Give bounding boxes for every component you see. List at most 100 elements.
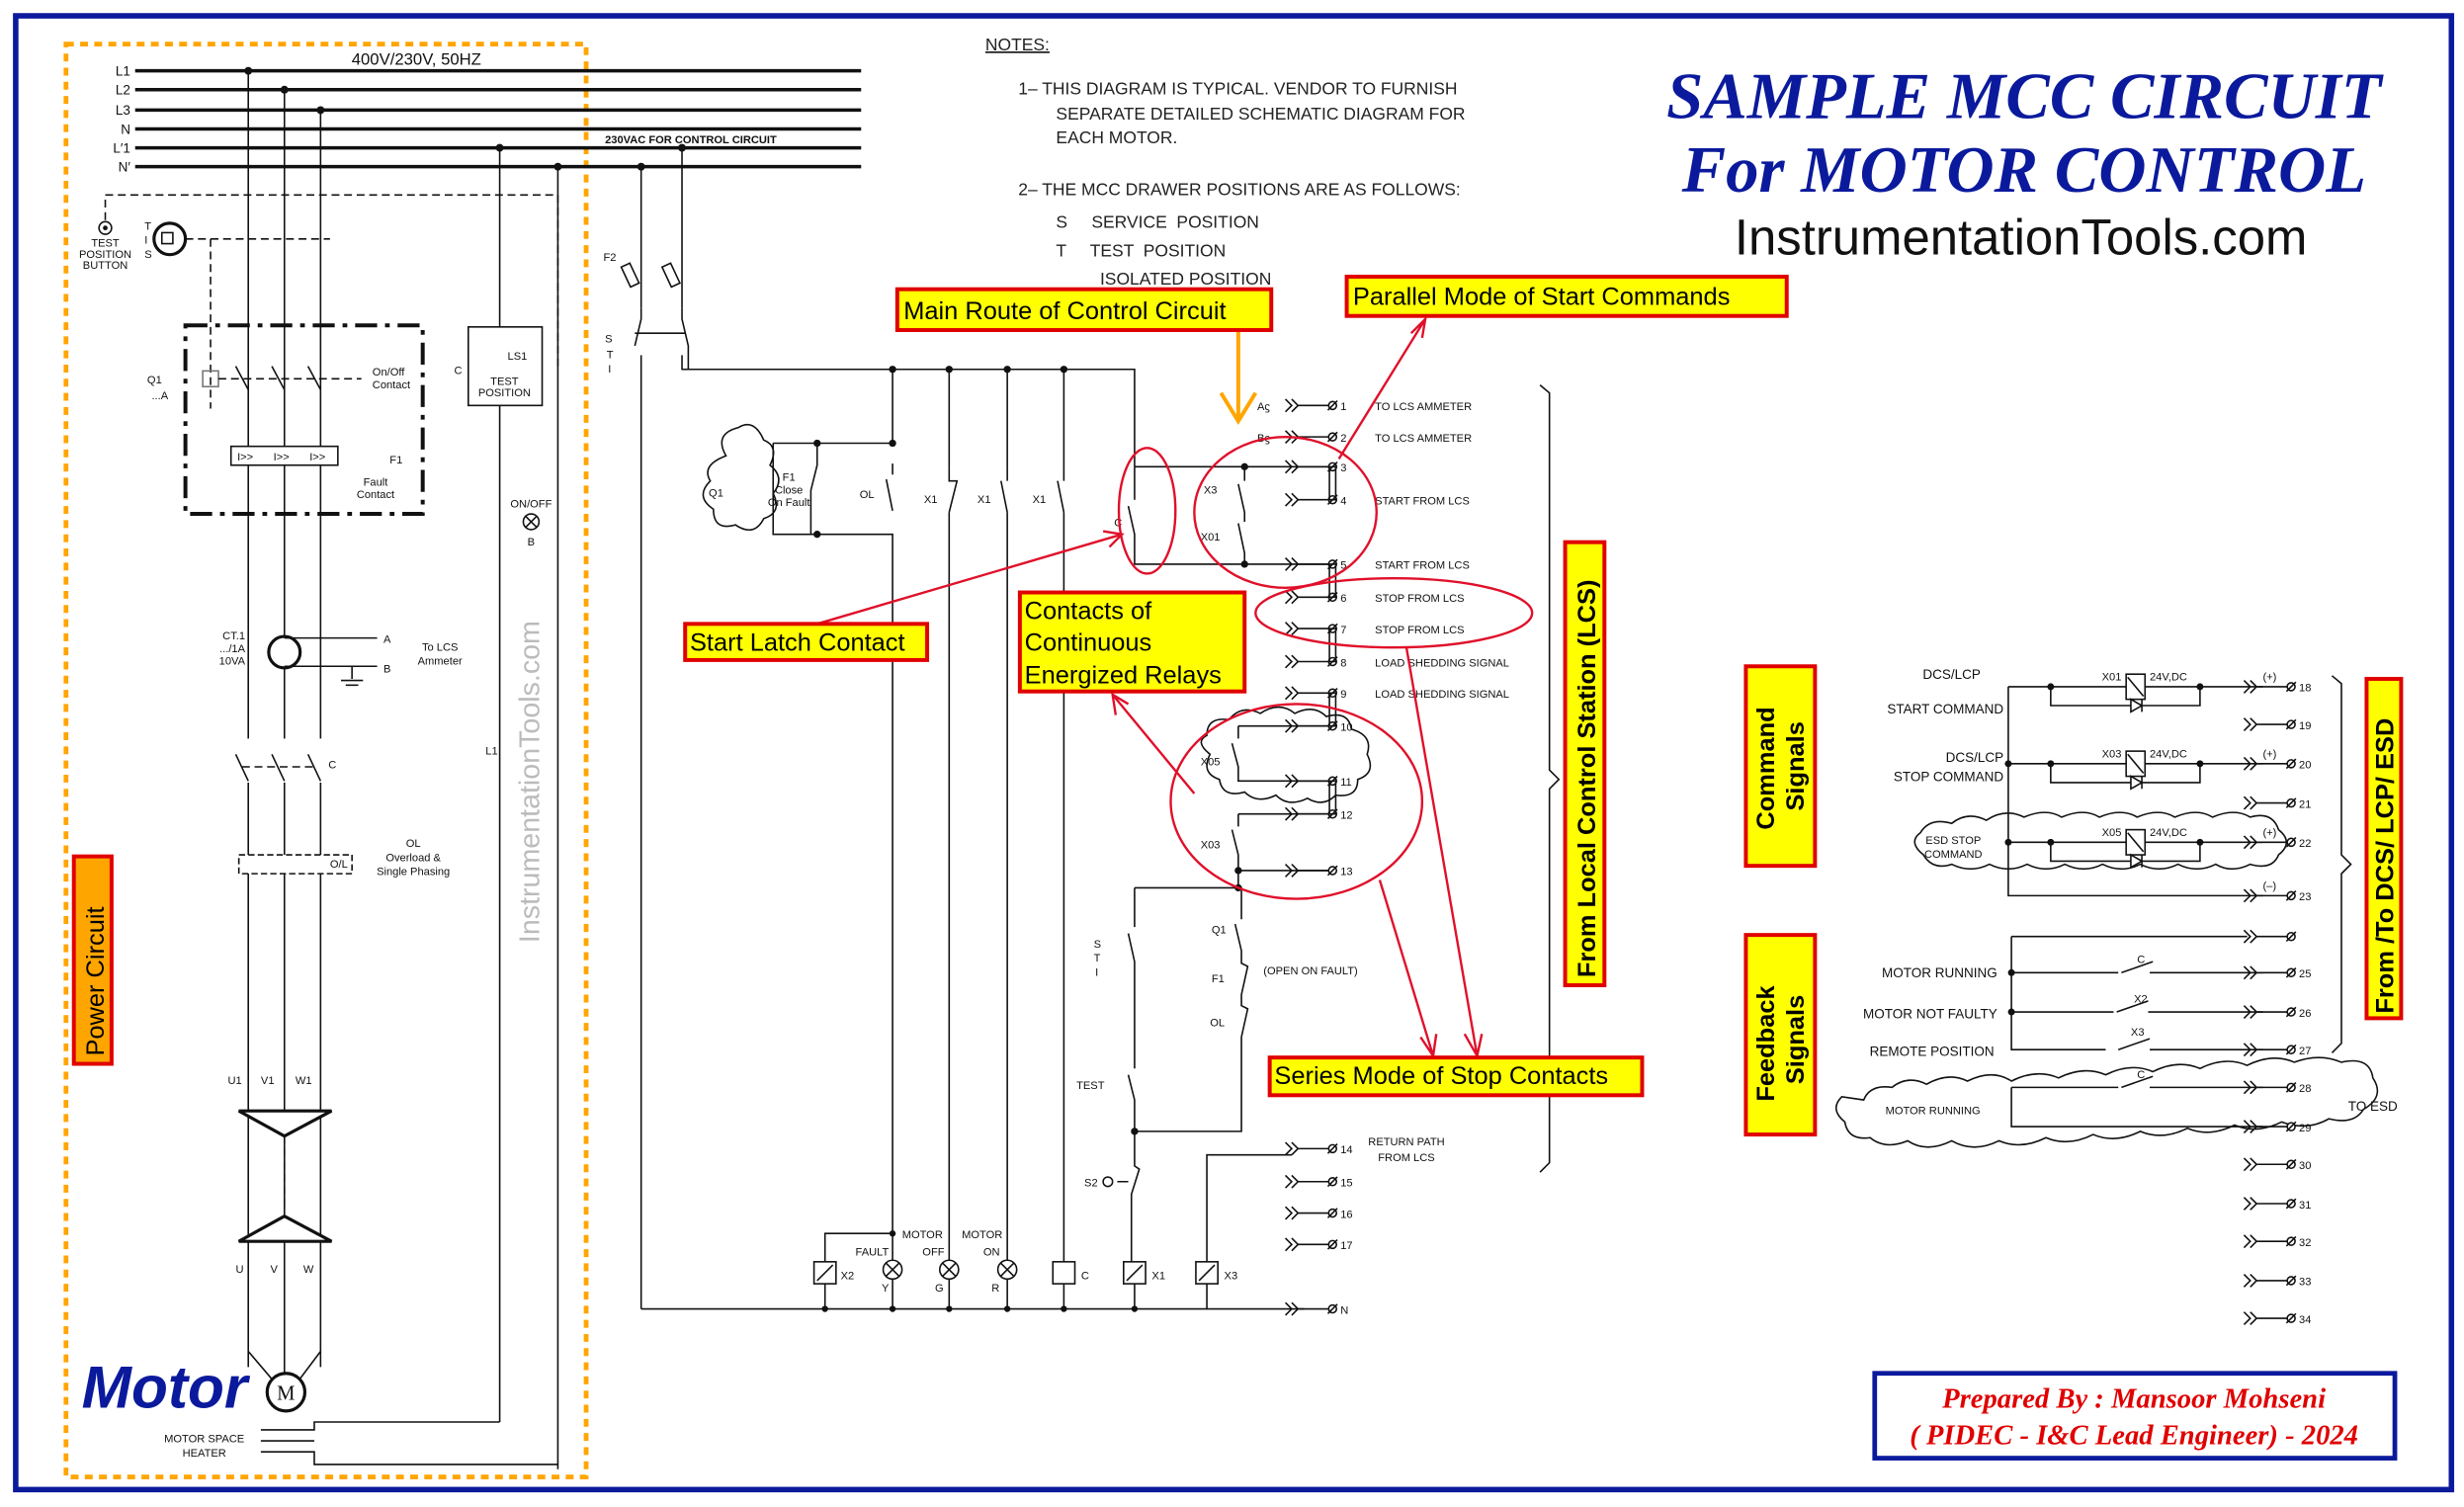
diode-icon (2130, 698, 2144, 713)
annotation-main-route: Main Route of Control Circuit (894, 287, 1274, 333)
lamp-name: FAULT (856, 1246, 890, 1258)
sti-s: S (605, 334, 612, 346)
power-circuit-label-text: Power Circuit (82, 906, 110, 1055)
ct-terminal-a: A (383, 633, 391, 645)
terminal-number: 23 (2299, 891, 2311, 903)
stop-q1-label: Q1 (1212, 925, 1227, 937)
terminal-label: TO LCS AMMETER (1375, 401, 1472, 413)
terminal-u: U (235, 1264, 243, 1276)
ct-label: .../1A (219, 643, 246, 655)
terminal-number: 22 (2299, 838, 2311, 850)
x3-coil-label: X3 (1225, 1270, 1238, 1282)
dcs-terminal (2243, 929, 2297, 944)
terminal-link (1328, 465, 1337, 501)
watermark: InstrumentationTools.com (514, 621, 546, 943)
note-line: S SERVICE POSITION (1056, 212, 1258, 232)
ct-label: CT.1 (222, 630, 245, 642)
contactor-label: C (328, 760, 336, 772)
plug-arrow-icon (1284, 622, 1333, 636)
fault-contact-label: Contact (357, 489, 394, 501)
title-line-2: For MOTOR CONTROL (1681, 134, 2366, 207)
terminal-number: 13 (1340, 867, 1352, 879)
f1-close-label: F1 (783, 472, 796, 484)
title-line-1: SAMPLE MCC CIRCUIT (1666, 60, 2384, 132)
terminal-number: 2 (1340, 433, 1346, 445)
dcs-terminal: 31 (2243, 1197, 2311, 1212)
x1-contact-label: X1 (977, 494, 991, 506)
on-off-contact-label: On/Off (373, 367, 405, 378)
plug-arrow-icon (2243, 1197, 2292, 1211)
terminal-v: V (270, 1264, 278, 1276)
bus-bars: L1 L2 L3 N L′1 N′ 230VAC FOR CONTROL CIR… (113, 63, 862, 174)
open-on-fault-label: (OPEN ON FAULT) (1263, 965, 1358, 977)
credit-line-1: Prepared By : Mansoor Mohseni (1941, 1384, 2326, 1415)
feedback-motor-not-faulty: MOTOR NOT FAULTY (1863, 1006, 1997, 1021)
return-path-label: FROM LCS (1378, 1152, 1434, 1164)
plug-arrow-icon (1284, 806, 1333, 821)
dcs-interface: Command Signals Feedback Signals DCS/LCP… (1743, 664, 2404, 1326)
c-contactor-coil (1052, 1261, 1076, 1285)
terminal-label: LOAD SHEDDING SIGNAL (1375, 689, 1509, 701)
lamp-top: MOTOR (902, 1229, 943, 1241)
website: InstrumentationTools.com (1735, 209, 2308, 266)
esd-stop-label: ESD STOP (1925, 835, 1981, 847)
plug-arrow-icon (1284, 590, 1333, 605)
f2-label: F2 (604, 252, 617, 264)
lamp-color: Y (882, 1283, 890, 1295)
annotation-text: Contacts of (1025, 598, 1153, 626)
dcs-relays: X01 24V,DC X03 24V,DC X05 24V,DC (2047, 672, 2204, 870)
lamp-name: ON (983, 1246, 1000, 1258)
note-line: EACH MOTOR. (1056, 127, 1177, 147)
lcs-terminal: 5 START FROM LCS (1284, 556, 1470, 572)
terminal-number: 33 (2299, 1277, 2311, 1289)
terminal-label: TO LCS AMMETER (1375, 433, 1472, 445)
x1-contact-label: X1 (924, 494, 938, 506)
lcs-terminal: 6 STOP FROM LCS (1284, 590, 1465, 605)
trip-unit: I>> (309, 452, 325, 463)
note-line: SEPARATE DETAILED SCHEMATIC DIAGRAM FOR (1056, 104, 1465, 124)
power-circuit: 400V/230V, 50HZ L1 L2 L3 N L′1 N′ 230VAC… (63, 42, 862, 1480)
terminal-label: LOAD SHEDDING SIGNAL (1375, 657, 1509, 669)
plug-arrow-icon (1284, 492, 1333, 507)
terminal-number: 17 (1340, 1240, 1352, 1252)
lcs-section-label-text: From Local Control Station (LCS) (1573, 580, 1601, 978)
dcs-terminal: 19 (2243, 717, 2311, 732)
lcs-terminal: 9 LOAD SHEDDING SIGNAL (1284, 686, 1509, 701)
terminal-number: 8 (1340, 657, 1346, 669)
lcs-terminal: 4 START FROM LCS (1284, 492, 1470, 507)
lcs-terminal: 8 LOAD SHEDDING SIGNAL (1284, 654, 1509, 669)
x1-coil-label: X1 (1151, 1270, 1165, 1282)
lcs-section-label: From Local Control Station (LCS) (1563, 540, 1607, 988)
terminal-number: 30 (2299, 1160, 2311, 1172)
c-coil-label: C (1081, 1270, 1089, 1282)
return-path-label: RETURN PATH (1368, 1136, 1444, 1148)
bus-label-l1-prime: L′1 (113, 140, 130, 155)
credit-line-2: ( PIDEC - I&C Lead Engineer) - 2024 (1910, 1420, 2358, 1451)
q1-cloud (702, 424, 780, 532)
emergency-stop-icon[interactable] (1102, 1176, 1129, 1188)
terminal-number: 25 (2299, 968, 2311, 980)
test-position-label: POSITION (478, 387, 531, 399)
x05-contact-label: X05 (1201, 756, 1221, 768)
terminal-number: 34 (2299, 1314, 2311, 1326)
terminal-number: 19 (2299, 720, 2311, 732)
lamp-top: MOTOR (962, 1229, 1002, 1241)
terminal-number: 9 (1340, 689, 1346, 701)
on-off-lamp-label: B (528, 537, 535, 548)
annotation-series-stop: Series Mode of Stop Contacts (1267, 1055, 1645, 1098)
motor-on-lamp: MOTOR ON R (962, 1229, 1018, 1295)
space-heater-label: HEATER (183, 1448, 226, 1460)
stop-sti-i: I (1095, 966, 1098, 978)
plug-arrow-icon (1284, 1141, 1333, 1156)
lcs-terminal: 15 (1284, 1174, 1353, 1190)
dcs-section-label-text: From /To DCS/ LCP/ ESD (2371, 718, 2399, 1014)
ct-label: 10VA (219, 656, 246, 668)
command-label-text: Command (1752, 707, 1780, 829)
selector-s: S (144, 249, 151, 261)
terminal-number: 11 (1340, 777, 1352, 789)
f1-close-label: On Fault (768, 497, 810, 509)
stop-sti-s: S (1094, 939, 1101, 951)
feedback-label-text: Feedback (1752, 985, 1780, 1102)
plug-arrow-icon (2243, 1234, 2292, 1249)
plug-arrow-icon (2243, 929, 2292, 944)
